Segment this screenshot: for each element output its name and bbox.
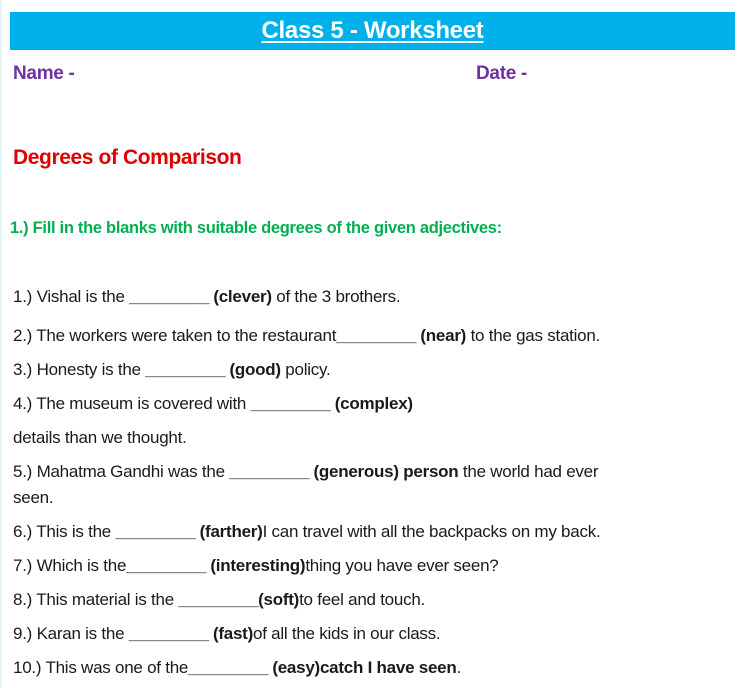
- exercise-instruction: 1.) Fill in the blanks with suitable deg…: [10, 219, 502, 237]
- question-item: 4.) The museum is covered with _________…: [13, 394, 413, 414]
- adjective-hint: (complex): [330, 394, 413, 413]
- adjective-hint: (soft): [258, 590, 300, 609]
- question-number: 2.): [13, 326, 33, 345]
- question-text-before: Which is the: [32, 556, 127, 575]
- question-number: 10.): [13, 658, 42, 677]
- question-text-before: The workers were taken to the restaurant: [32, 326, 337, 345]
- question-text-before: Vishal is the: [32, 287, 130, 306]
- answer-blank[interactable]: _________: [129, 624, 209, 643]
- adjective-hint: (near): [415, 326, 467, 345]
- question-text-after: of the 3 brothers.: [271, 287, 401, 306]
- adjective-hint: (easy)catch I have seen: [267, 658, 457, 677]
- adjective-hint: (interesting): [205, 556, 306, 575]
- question-number: 8.): [13, 590, 33, 609]
- answer-blank[interactable]: _________: [178, 590, 258, 609]
- title-banner: Class 5 - Worksheet: [10, 12, 735, 50]
- name-label: Name -: [13, 63, 75, 84]
- adjective-hint: (good): [224, 360, 281, 379]
- question-item: 9.) Karan is the _________ (fast)of all …: [13, 624, 441, 644]
- answer-blank[interactable]: _________: [251, 394, 331, 413]
- question-number: 3.): [13, 360, 33, 379]
- answer-blank[interactable]: _________: [188, 658, 268, 677]
- question-text-after: of all the kids in our class.: [253, 624, 441, 643]
- question-number: 7.): [13, 556, 33, 575]
- adjective-hint: (generous) person: [308, 462, 459, 481]
- question-text-before: This is the: [32, 522, 116, 541]
- question-text-after: thing you have ever seen?: [305, 556, 499, 575]
- answer-blank[interactable]: _________: [129, 287, 209, 306]
- question-item: 2.) The workers were taken to the restau…: [13, 326, 600, 346]
- question-continuation: seen.: [13, 488, 54, 507]
- adjective-hint: (farther): [195, 522, 263, 541]
- question-number: 9.): [13, 624, 33, 643]
- question-item: 10.) This was one of the_________ (easy)…: [13, 658, 461, 678]
- worksheet-title: Class 5 - Worksheet: [261, 17, 484, 44]
- answer-blank[interactable]: _________: [336, 326, 416, 345]
- question-item: 6.) This is the _________ (farther)I can…: [13, 522, 601, 542]
- page-left-border: [0, 0, 2, 688]
- answer-blank[interactable]: _________: [229, 462, 309, 481]
- answer-blank[interactable]: _________: [126, 556, 206, 575]
- question-number: 6.): [13, 522, 33, 541]
- question-text-after: I can travel with all the backpacks on m…: [262, 522, 601, 541]
- question-text-after: .: [456, 658, 462, 677]
- question-text-before: This was one of the: [41, 658, 189, 677]
- question-item: 1.) Vishal is the _________ (clever) of …: [13, 287, 401, 307]
- answer-blank[interactable]: _________: [115, 522, 195, 541]
- question-item: 5.) Mahatma Gandhi was the _________ (ge…: [13, 462, 599, 482]
- question-text-after: to feel and touch.: [299, 590, 426, 609]
- section-title: Degrees of Comparison: [13, 146, 242, 169]
- question-text-before: Honesty is the: [32, 360, 146, 379]
- question-text-after: to the gas station.: [466, 326, 601, 345]
- question-text-before: This material is the: [32, 590, 179, 609]
- question-item: 7.) Which is the_________ (interesting)t…: [13, 556, 499, 576]
- answer-blank[interactable]: _________: [145, 360, 225, 379]
- question-number: 4.): [13, 394, 33, 413]
- question-number: 5.): [13, 462, 33, 481]
- adjective-hint: (clever): [208, 287, 272, 306]
- question-text-after: policy.: [280, 360, 331, 379]
- date-label: Date -: [476, 63, 527, 84]
- question-number: 1.): [13, 287, 33, 306]
- question-item: 8.) This material is the _________(soft)…: [13, 590, 425, 610]
- question-item: 3.) Honesty is the _________ (good) poli…: [13, 360, 331, 380]
- question-text-after: the world had ever: [458, 462, 599, 481]
- question-text-before: Karan is the: [32, 624, 129, 643]
- question-text-before: The museum is covered with: [32, 394, 251, 413]
- question-continuation: details than we thought.: [13, 428, 187, 447]
- question-text-before: Mahatma Gandhi was the: [32, 462, 230, 481]
- adjective-hint: (fast): [208, 624, 253, 643]
